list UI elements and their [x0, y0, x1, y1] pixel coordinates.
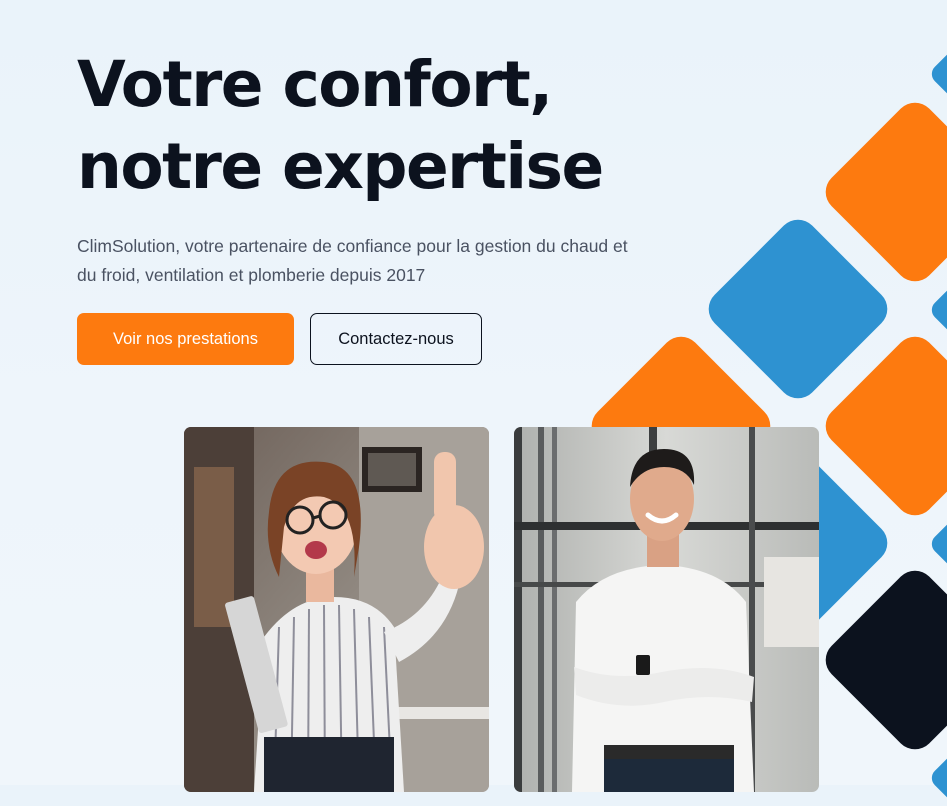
blue-diamond-edge-lower	[927, 515, 947, 573]
photo-woman-thumbs-up	[184, 427, 489, 792]
view-services-button[interactable]: Voir nos prestations	[77, 313, 294, 365]
hero-title-line-2: notre expertise	[77, 130, 604, 203]
blue-diamond-edge-bottom	[927, 749, 947, 806]
photo-man-arms-crossed	[514, 427, 819, 792]
hero-title: Votre confort, notre expertise	[77, 44, 604, 208]
hero-subtitle: ClimSolution, votre partenaire de confia…	[77, 236, 628, 285]
blue-diamond-edge-middle	[927, 281, 947, 339]
hero-title-line-1: Votre confort,	[77, 48, 553, 121]
blue-diamond-edge-top	[927, 45, 947, 103]
contact-us-button[interactable]: Contactez-nous	[310, 313, 482, 365]
